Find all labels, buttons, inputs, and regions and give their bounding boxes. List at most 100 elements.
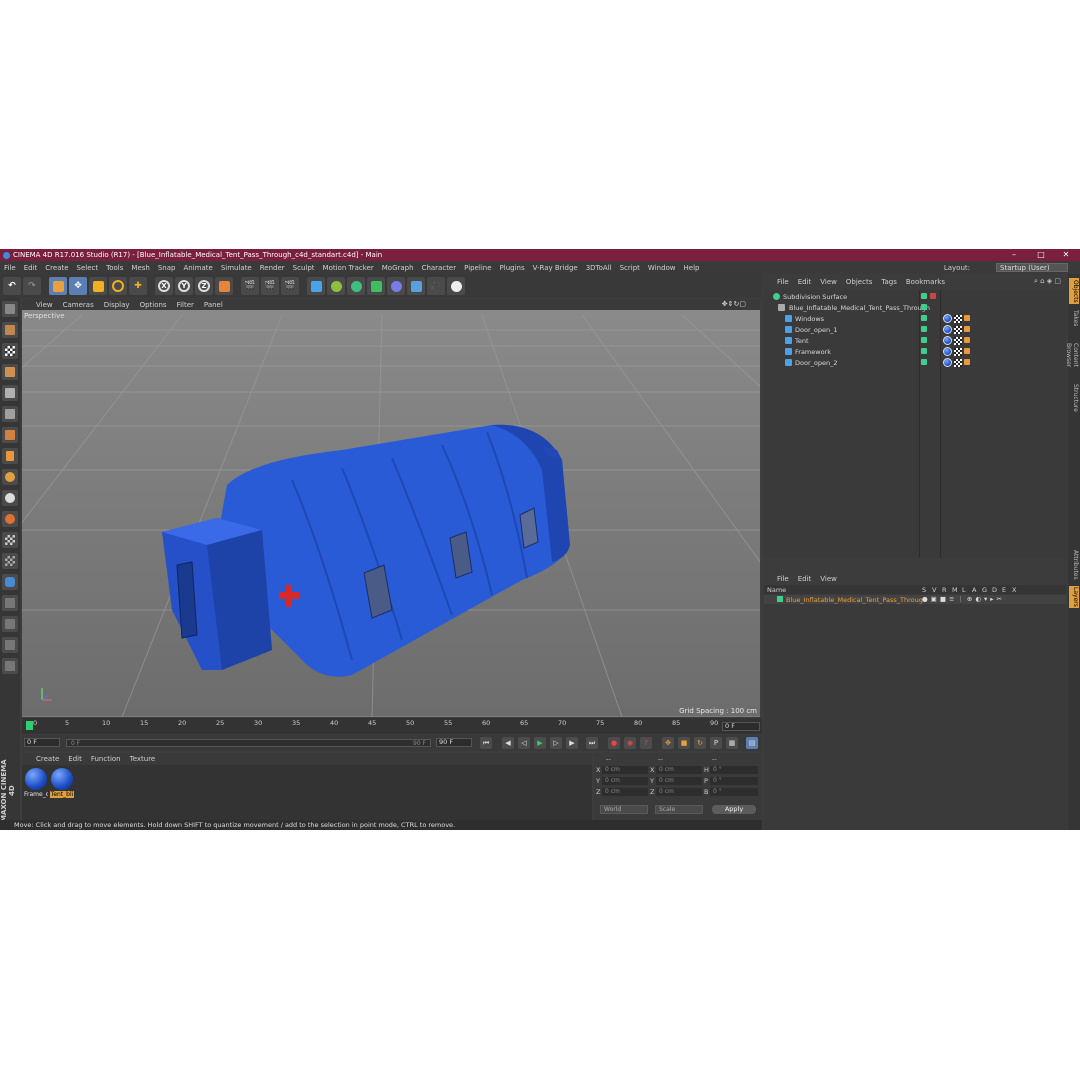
end-frame-input[interactable]: 90 F bbox=[436, 738, 472, 747]
material-tag-icon[interactable] bbox=[943, 347, 952, 356]
menu-animate[interactable]: Animate bbox=[183, 264, 212, 272]
material-tag-icon[interactable] bbox=[943, 358, 952, 367]
menu-mograph[interactable]: MoGraph bbox=[382, 264, 414, 272]
menu-create[interactable]: Create bbox=[45, 264, 68, 272]
rotation-p-field[interactable]: 0 ° bbox=[710, 777, 758, 785]
viewport-menu-view[interactable]: View bbox=[36, 301, 53, 309]
maximize-button[interactable]: □ bbox=[1029, 249, 1053, 261]
uvw-tag-icon[interactable] bbox=[964, 348, 970, 354]
render-settings-icon[interactable]: 🎬 bbox=[281, 277, 299, 295]
menu-motion-tracker[interactable]: Motion Tracker bbox=[323, 264, 374, 272]
frame-range-slider[interactable]: 0 F 90 F bbox=[66, 739, 431, 747]
key-position-icon[interactable]: ✥ bbox=[662, 737, 674, 749]
object-manager-search-icon[interactable]: ⌕ ⌂ ◈ ▢ bbox=[1034, 277, 1061, 286]
rotation-h-field[interactable]: 0 ° bbox=[710, 766, 758, 774]
hair-tool-4-icon[interactable] bbox=[2, 658, 18, 674]
close-button[interactable]: ✕ bbox=[1054, 249, 1078, 261]
layer-row[interactable]: Blue_Inflatable_Medical_Tent_Pass_Throug… bbox=[764, 595, 1066, 604]
menu-simulate[interactable]: Simulate bbox=[221, 264, 252, 272]
object-row[interactable]: Subdivision Surface bbox=[764, 292, 1066, 302]
timeline-playhead[interactable] bbox=[26, 721, 33, 730]
viewport-menu-cameras[interactable]: Cameras bbox=[63, 301, 94, 309]
visibility-toggle-icon[interactable] bbox=[921, 348, 927, 354]
object-menu-file[interactable]: File bbox=[777, 278, 789, 286]
material-tag-icon[interactable] bbox=[943, 314, 952, 323]
material-swatch[interactable]: Frame_o bbox=[24, 767, 48, 801]
z-axis-lock-icon[interactable]: Z bbox=[195, 277, 213, 295]
render-view-icon[interactable]: 🎬 bbox=[241, 277, 259, 295]
model-mode-icon[interactable] bbox=[2, 322, 18, 338]
key-pla-icon[interactable]: ▦ bbox=[726, 737, 738, 749]
tab-takes[interactable]: Takes bbox=[1069, 308, 1079, 328]
next-key-icon[interactable]: ▶ bbox=[566, 737, 578, 749]
layer-menu-view[interactable]: View bbox=[820, 575, 837, 583]
edge-mode-icon[interactable] bbox=[2, 406, 18, 422]
planar-workplane-icon[interactable] bbox=[2, 553, 18, 569]
coordinate-space-select[interactable]: World bbox=[600, 805, 648, 814]
deformer-icon[interactable] bbox=[387, 277, 405, 295]
timeline-ruler[interactable]: 0 5 10 15 20 25 30 35 40 45 50 55 60 65 … bbox=[22, 718, 762, 734]
texture-tag-icon[interactable] bbox=[954, 359, 962, 367]
object-row[interactable]: Tent bbox=[764, 336, 1066, 346]
viewport-menu-options[interactable]: Options bbox=[140, 301, 167, 309]
layer-color-swatch[interactable] bbox=[777, 596, 783, 602]
array-generator-icon[interactable] bbox=[367, 277, 385, 295]
uvw-tag-icon[interactable] bbox=[964, 315, 970, 321]
menu-help[interactable]: Help bbox=[684, 264, 700, 272]
move-tool-icon[interactable]: ✥ bbox=[69, 277, 87, 295]
enable-toggle-icon[interactable] bbox=[930, 293, 936, 299]
previous-frame-icon[interactable]: ◁ bbox=[518, 737, 530, 749]
menu-window[interactable]: Window bbox=[648, 264, 676, 272]
uvw-tag-icon[interactable] bbox=[964, 326, 970, 332]
menu-file[interactable]: File bbox=[4, 264, 16, 272]
tab-attributes[interactable]: Attributes bbox=[1069, 548, 1079, 582]
texture-tag-icon[interactable] bbox=[954, 337, 962, 345]
material-menu-texture[interactable]: Texture bbox=[130, 755, 156, 763]
undo-icon[interactable]: ↶ bbox=[3, 277, 21, 295]
layer-menu-file[interactable]: File bbox=[777, 575, 789, 583]
x-axis-lock-icon[interactable]: X bbox=[155, 277, 173, 295]
object-menu-tags[interactable]: Tags bbox=[881, 278, 897, 286]
position-y-field[interactable]: 0 cm bbox=[602, 777, 648, 785]
tab-content-browser[interactable]: Content Browser bbox=[1065, 332, 1079, 378]
object-row[interactable]: Door_open_1 bbox=[764, 325, 1066, 335]
viewport-nav-icon[interactable]: ✥⇕↻▢ bbox=[722, 300, 746, 308]
minimize-button[interactable]: – bbox=[1002, 249, 1026, 261]
make-editable-icon[interactable] bbox=[2, 301, 18, 317]
rotate-tool-icon[interactable] bbox=[109, 277, 127, 295]
viewport-menu-display[interactable]: Display bbox=[104, 301, 130, 309]
hair-tool-1-icon[interactable] bbox=[2, 595, 18, 611]
object-row[interactable]: Door_open_2 bbox=[764, 358, 1066, 368]
pen-spline-icon[interactable] bbox=[327, 277, 345, 295]
material-tag-icon[interactable] bbox=[943, 325, 952, 334]
material-tag-icon[interactable] bbox=[943, 336, 952, 345]
texture-tag-icon[interactable] bbox=[954, 326, 962, 334]
viewport-menu-filter[interactable]: Filter bbox=[177, 301, 194, 309]
visibility-toggle-icon[interactable] bbox=[921, 359, 927, 365]
size-x-field[interactable]: 0 cm bbox=[656, 766, 702, 774]
texture-mode-icon[interactable] bbox=[2, 343, 18, 359]
polygon-mode-icon[interactable] bbox=[2, 427, 18, 443]
visibility-toggle-icon[interactable] bbox=[921, 326, 927, 332]
texture-tag-icon[interactable] bbox=[954, 348, 962, 356]
hair-tool-3-icon[interactable] bbox=[2, 637, 18, 653]
play-forward-icon[interactable]: ▶ bbox=[534, 737, 546, 749]
menu-plugins[interactable]: Plugins bbox=[500, 264, 525, 272]
timeline-window-icon[interactable]: ▤ bbox=[746, 737, 758, 749]
viewport-menu-panel[interactable]: Panel bbox=[204, 301, 223, 309]
material-swatch[interactable]: Tent_bli bbox=[50, 767, 74, 801]
menu-3dtoall[interactable]: 3DToAll bbox=[586, 264, 612, 272]
perspective-viewport[interactable]: Perspective Grid Spacing : 100 cm bbox=[22, 310, 760, 717]
camera-object-icon[interactable]: 🎥 bbox=[427, 277, 445, 295]
object-menu-objects[interactable]: Objects bbox=[846, 278, 872, 286]
previous-key-icon[interactable]: ◀ bbox=[502, 737, 514, 749]
magnet-icon[interactable] bbox=[2, 511, 18, 527]
light-object-icon[interactable] bbox=[447, 277, 465, 295]
go-to-end-icon[interactable]: ⏭ bbox=[586, 737, 598, 749]
size-y-field[interactable]: 0 cm bbox=[656, 777, 702, 785]
material-menu-edit[interactable]: Edit bbox=[68, 755, 82, 763]
locked-workplane-icon[interactable] bbox=[2, 532, 18, 548]
render-picture-viewer-icon[interactable]: 🎬 bbox=[261, 277, 279, 295]
key-scale-icon[interactable]: ■ bbox=[678, 737, 690, 749]
point-mode-icon[interactable] bbox=[2, 385, 18, 401]
